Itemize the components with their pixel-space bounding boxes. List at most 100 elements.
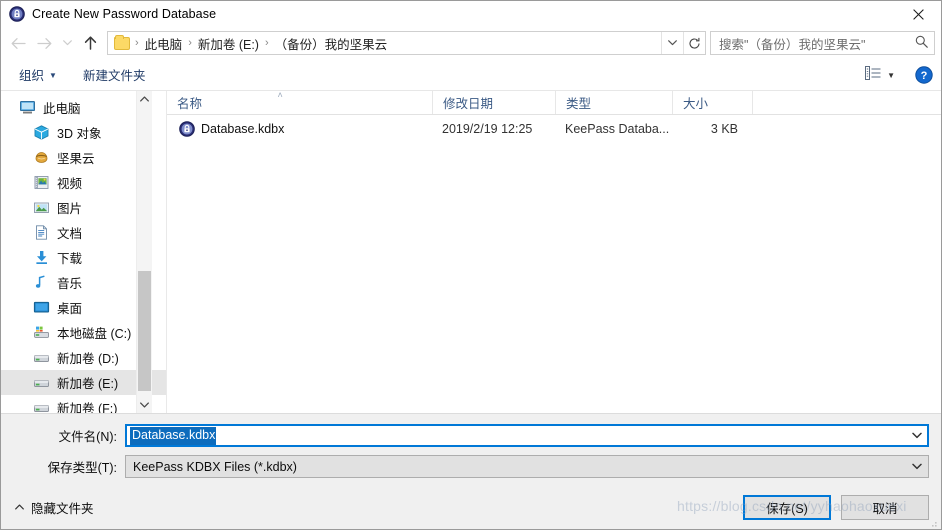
drive-icon: [33, 399, 50, 413]
column-header-label: 大小: [683, 96, 709, 111]
breadcrumb-separator-2: ›: [264, 37, 269, 49]
dialog-content: 此电脑 3D 对象 坚果云 视频 图片 文档 下载 音乐 桌面 本地磁盘 (C:…: [1, 90, 941, 413]
column-header-filler: [752, 90, 941, 114]
chevron-up-icon: [15, 502, 24, 513]
filetype-value-box[interactable]: KeePass KDBX Files (*.kdbx): [125, 455, 929, 478]
sidebar-item-label: 下载: [57, 252, 83, 266]
filetype-label: 保存类型(T):: [47, 461, 117, 475]
help-icon[interactable]: ?: [915, 65, 933, 84]
breadcrumb-item-1[interactable]: 新加卷 (E:): [195, 34, 262, 53]
column-header-size[interactable]: 大小: [672, 90, 752, 114]
column-header-label: 修改日期: [443, 96, 494, 111]
view-options-button[interactable]: ▼: [859, 63, 901, 86]
breadcrumb-item-2[interactable]: （备份）我的坚果云: [272, 34, 391, 53]
file-name-cell: Database.kdbx: [167, 121, 432, 137]
filename-combobox[interactable]: Database.kdbx: [125, 424, 929, 447]
filename-value: Database.kdbx: [130, 426, 217, 445]
hide-folders-toggle[interactable]: 隐藏文件夹: [15, 498, 94, 517]
filename-row: 文件名(N): Database.kdbx: [13, 424, 929, 447]
forward-icon[interactable]: [31, 30, 57, 56]
sidebar-item-label: 坚果云: [57, 152, 95, 166]
breadcrumb: › 此电脑 › 新加卷 (E:) › （备份）我的坚果云: [108, 34, 661, 53]
filetype-combobox[interactable]: KeePass KDBX Files (*.kdbx): [125, 455, 929, 478]
file-size-cell: 3 KB: [710, 122, 738, 136]
desktop-icon: [33, 299, 50, 316]
sort-ascending-icon: ˄: [277, 90, 283, 100]
column-header-label: 名称: [177, 96, 203, 111]
folder-icon: [114, 34, 130, 50]
file-list-header: ˄ 名称 修改日期 类型 大小: [167, 90, 941, 115]
resize-grip[interactable]: [928, 517, 938, 527]
search-input[interactable]: 搜索"（备份）我的坚果云": [710, 31, 935, 55]
table-row[interactable]: Database.kdbx 2019/2/19 12:25 KeePass Da…: [167, 115, 941, 143]
title-bar: Create New Password Database: [1, 1, 941, 27]
sidebar-item-label: 新加卷 (D:): [57, 352, 119, 366]
sidebar-item-label: 新加卷 (E:): [57, 377, 119, 391]
scroll-down-chevron-down-icon[interactable]: [137, 397, 152, 413]
scrollbar-thumb[interactable]: [138, 271, 151, 391]
filename-input[interactable]: Database.kdbx: [125, 424, 929, 447]
nutstore-icon: [33, 149, 50, 166]
navigation-pane-scrollbar[interactable]: [136, 91, 152, 413]
window-title: Create New Password Database: [32, 7, 217, 21]
hide-folders-label: 隐藏文件夹: [31, 501, 94, 516]
filetype-chevron-down-icon[interactable]: [905, 455, 929, 478]
svg-text:?: ?: [921, 70, 928, 82]
this-pc-icon: [19, 99, 36, 116]
recent-locations-chevron-down-icon[interactable]: [57, 30, 77, 56]
search-placeholder: 搜索"（备份）我的坚果云": [719, 37, 866, 52]
file-type-cell: KeePass Databa...: [565, 122, 670, 136]
back-icon[interactable]: [5, 30, 31, 56]
refresh-icon[interactable]: [683, 32, 705, 54]
keepass-lock-icon: [9, 6, 25, 22]
breadcrumb-separator-1: ›: [188, 37, 192, 49]
search-icon: [915, 35, 928, 51]
column-header-label: 类型: [566, 96, 592, 111]
sidebar-item-label: 此电脑: [43, 102, 81, 116]
drive-icon: [33, 349, 50, 366]
kdbx-file-icon: [179, 121, 195, 137]
command-bar: 组织 ▼ 新建文件夹 ▼ ?: [1, 59, 941, 91]
system-drive-icon: [33, 324, 50, 341]
documents-icon: [33, 224, 50, 241]
sidebar-item-label: 桌面: [57, 302, 83, 316]
column-header-date-modified[interactable]: 修改日期: [432, 90, 555, 114]
view-list-icon: [865, 66, 881, 83]
filename-label: 文件名(N):: [58, 430, 117, 444]
close-icon[interactable]: [896, 1, 941, 27]
save-form: 文件名(N): Database.kdbx 保存类型(T): KeePass K…: [1, 413, 941, 485]
up-icon[interactable]: [77, 30, 103, 56]
column-header-name[interactable]: ˄ 名称: [167, 90, 432, 114]
organize-button[interactable]: 组织 ▼: [11, 62, 65, 87]
sidebar-item-label: 文档: [57, 227, 83, 241]
organize-label: 组织: [19, 69, 45, 83]
address-bar[interactable]: › 此电脑 › 新加卷 (E:) › （备份）我的坚果云: [107, 31, 706, 55]
view-chevron-down-icon: ▼: [887, 71, 895, 80]
address-chevron-down-icon[interactable]: [661, 32, 683, 54]
downloads-icon: [33, 249, 50, 266]
sidebar-item-label: 视频: [57, 177, 83, 191]
file-name-label: Database.kdbx: [201, 122, 285, 136]
filetype-value: KeePass KDBX Files (*.kdbx): [133, 459, 297, 474]
drive-icon: [33, 374, 50, 391]
navigation-pane: 此电脑 3D 对象 坚果云 视频 图片 文档 下载 音乐 桌面 本地磁盘 (C:…: [1, 91, 167, 413]
cancel-button[interactable]: 取消: [841, 494, 929, 520]
3d-objects-icon: [33, 124, 50, 141]
sidebar-item-label: 图片: [57, 202, 83, 216]
save-button[interactable]: 保存(S): [743, 494, 831, 520]
sidebar-item-label: 新加卷 (F:): [57, 402, 118, 413]
dialog-footer: 隐藏文件夹 保存(S) 取消: [1, 485, 941, 529]
breadcrumb-separator-0: ›: [135, 37, 139, 49]
new-folder-button[interactable]: 新建文件夹: [75, 62, 154, 87]
breadcrumb-item-0[interactable]: 此电脑: [142, 34, 186, 53]
scroll-up-chevron-up-icon[interactable]: [137, 91, 152, 107]
filetype-row: 保存类型(T): KeePass KDBX Files (*.kdbx): [13, 455, 929, 478]
sidebar-item-label: 本地磁盘 (C:): [57, 327, 132, 341]
new-folder-label: 新建文件夹: [82, 69, 146, 83]
music-icon: [33, 274, 50, 291]
filename-chevron-down-icon[interactable]: [905, 424, 929, 447]
pictures-icon: [33, 199, 50, 216]
save-file-dialog: Create New Password Database › 此电脑 › 新加卷…: [0, 0, 942, 530]
column-header-type[interactable]: 类型: [555, 90, 672, 114]
file-list-pane: ˄ 名称 修改日期 类型 大小 Database.kdbx 2019/2/19 …: [167, 90, 941, 413]
